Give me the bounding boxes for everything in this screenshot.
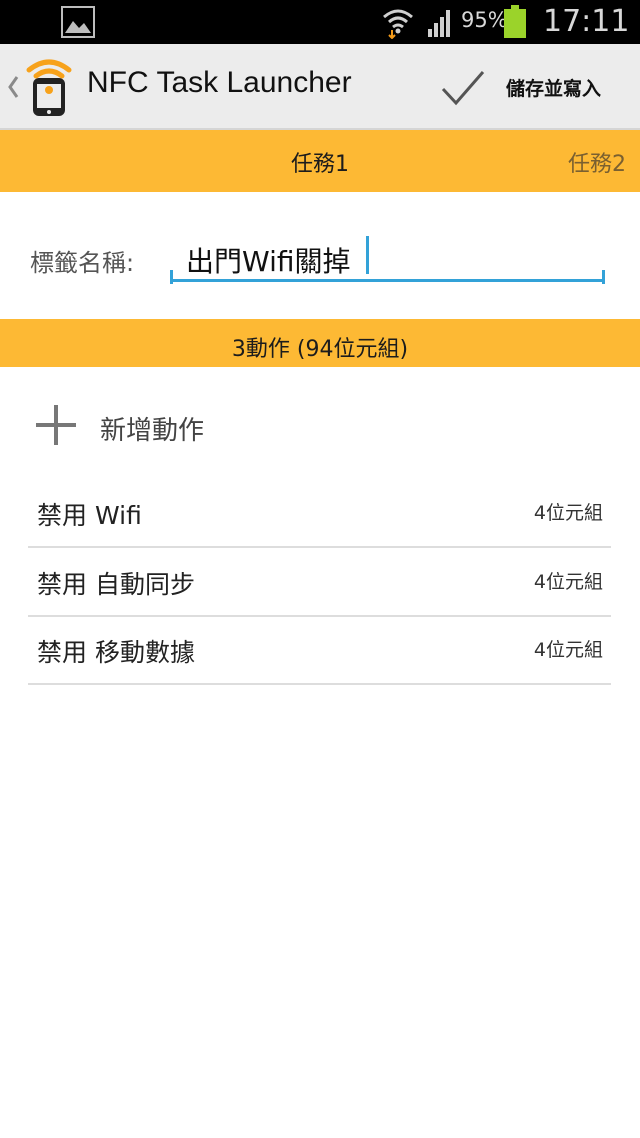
- add-action-button[interactable]: 新增動作: [0, 385, 640, 465]
- battery-percent: 95%: [461, 8, 508, 32]
- tag-name-label: 標籤名稱:: [30, 249, 135, 277]
- image-icon: [61, 6, 95, 38]
- plus-icon: [36, 405, 76, 445]
- list-item[interactable]: 禁用 移動數據 4位元組: [28, 617, 611, 685]
- action-name: 禁用 自動同步: [37, 570, 195, 599]
- tab-task-2[interactable]: 任務2: [568, 146, 626, 178]
- action-bar: NFC Task Launcher 儲存並寫入: [0, 44, 640, 130]
- clock: 17:11: [543, 4, 630, 39]
- app-title: NFC Task Launcher: [87, 66, 352, 99]
- wifi-icon: [383, 9, 413, 39]
- list-item[interactable]: 禁用 Wifi 4位元組: [28, 480, 611, 548]
- status-bar: 95% 17:11: [0, 0, 640, 44]
- list-item[interactable]: 禁用 自動同步 4位元組: [28, 549, 611, 617]
- app-logo-icon[interactable]: [24, 56, 74, 118]
- action-name: 禁用 移動數據: [37, 638, 195, 667]
- save-and-write-button[interactable]: 儲存並寫入: [506, 74, 601, 101]
- actions-summary: 3動作 (94位元組): [231, 337, 409, 362]
- text-caret: [366, 236, 369, 274]
- actions-header: 3動作 (94位元組): [0, 319, 640, 367]
- action-name: 禁用 Wifi: [37, 501, 142, 530]
- add-action-label: 新增動作: [100, 416, 205, 446]
- action-size: 4位元組: [533, 639, 603, 661]
- tab-task-1[interactable]: 任務1: [0, 146, 640, 178]
- input-edge-left: [170, 270, 173, 284]
- task-tab-strip: 任務1 任務2: [0, 130, 640, 192]
- signal-icon: [428, 10, 450, 37]
- action-size: 4位元組: [533, 571, 603, 593]
- battery-icon: [504, 5, 526, 38]
- action-size: 4位元組: [533, 502, 603, 524]
- checkmark-icon[interactable]: [440, 68, 486, 108]
- input-edge-right: [602, 270, 605, 284]
- back-chevron-icon[interactable]: [6, 74, 20, 100]
- tag-name-value[interactable]: 出門Wifi關掉: [186, 240, 351, 280]
